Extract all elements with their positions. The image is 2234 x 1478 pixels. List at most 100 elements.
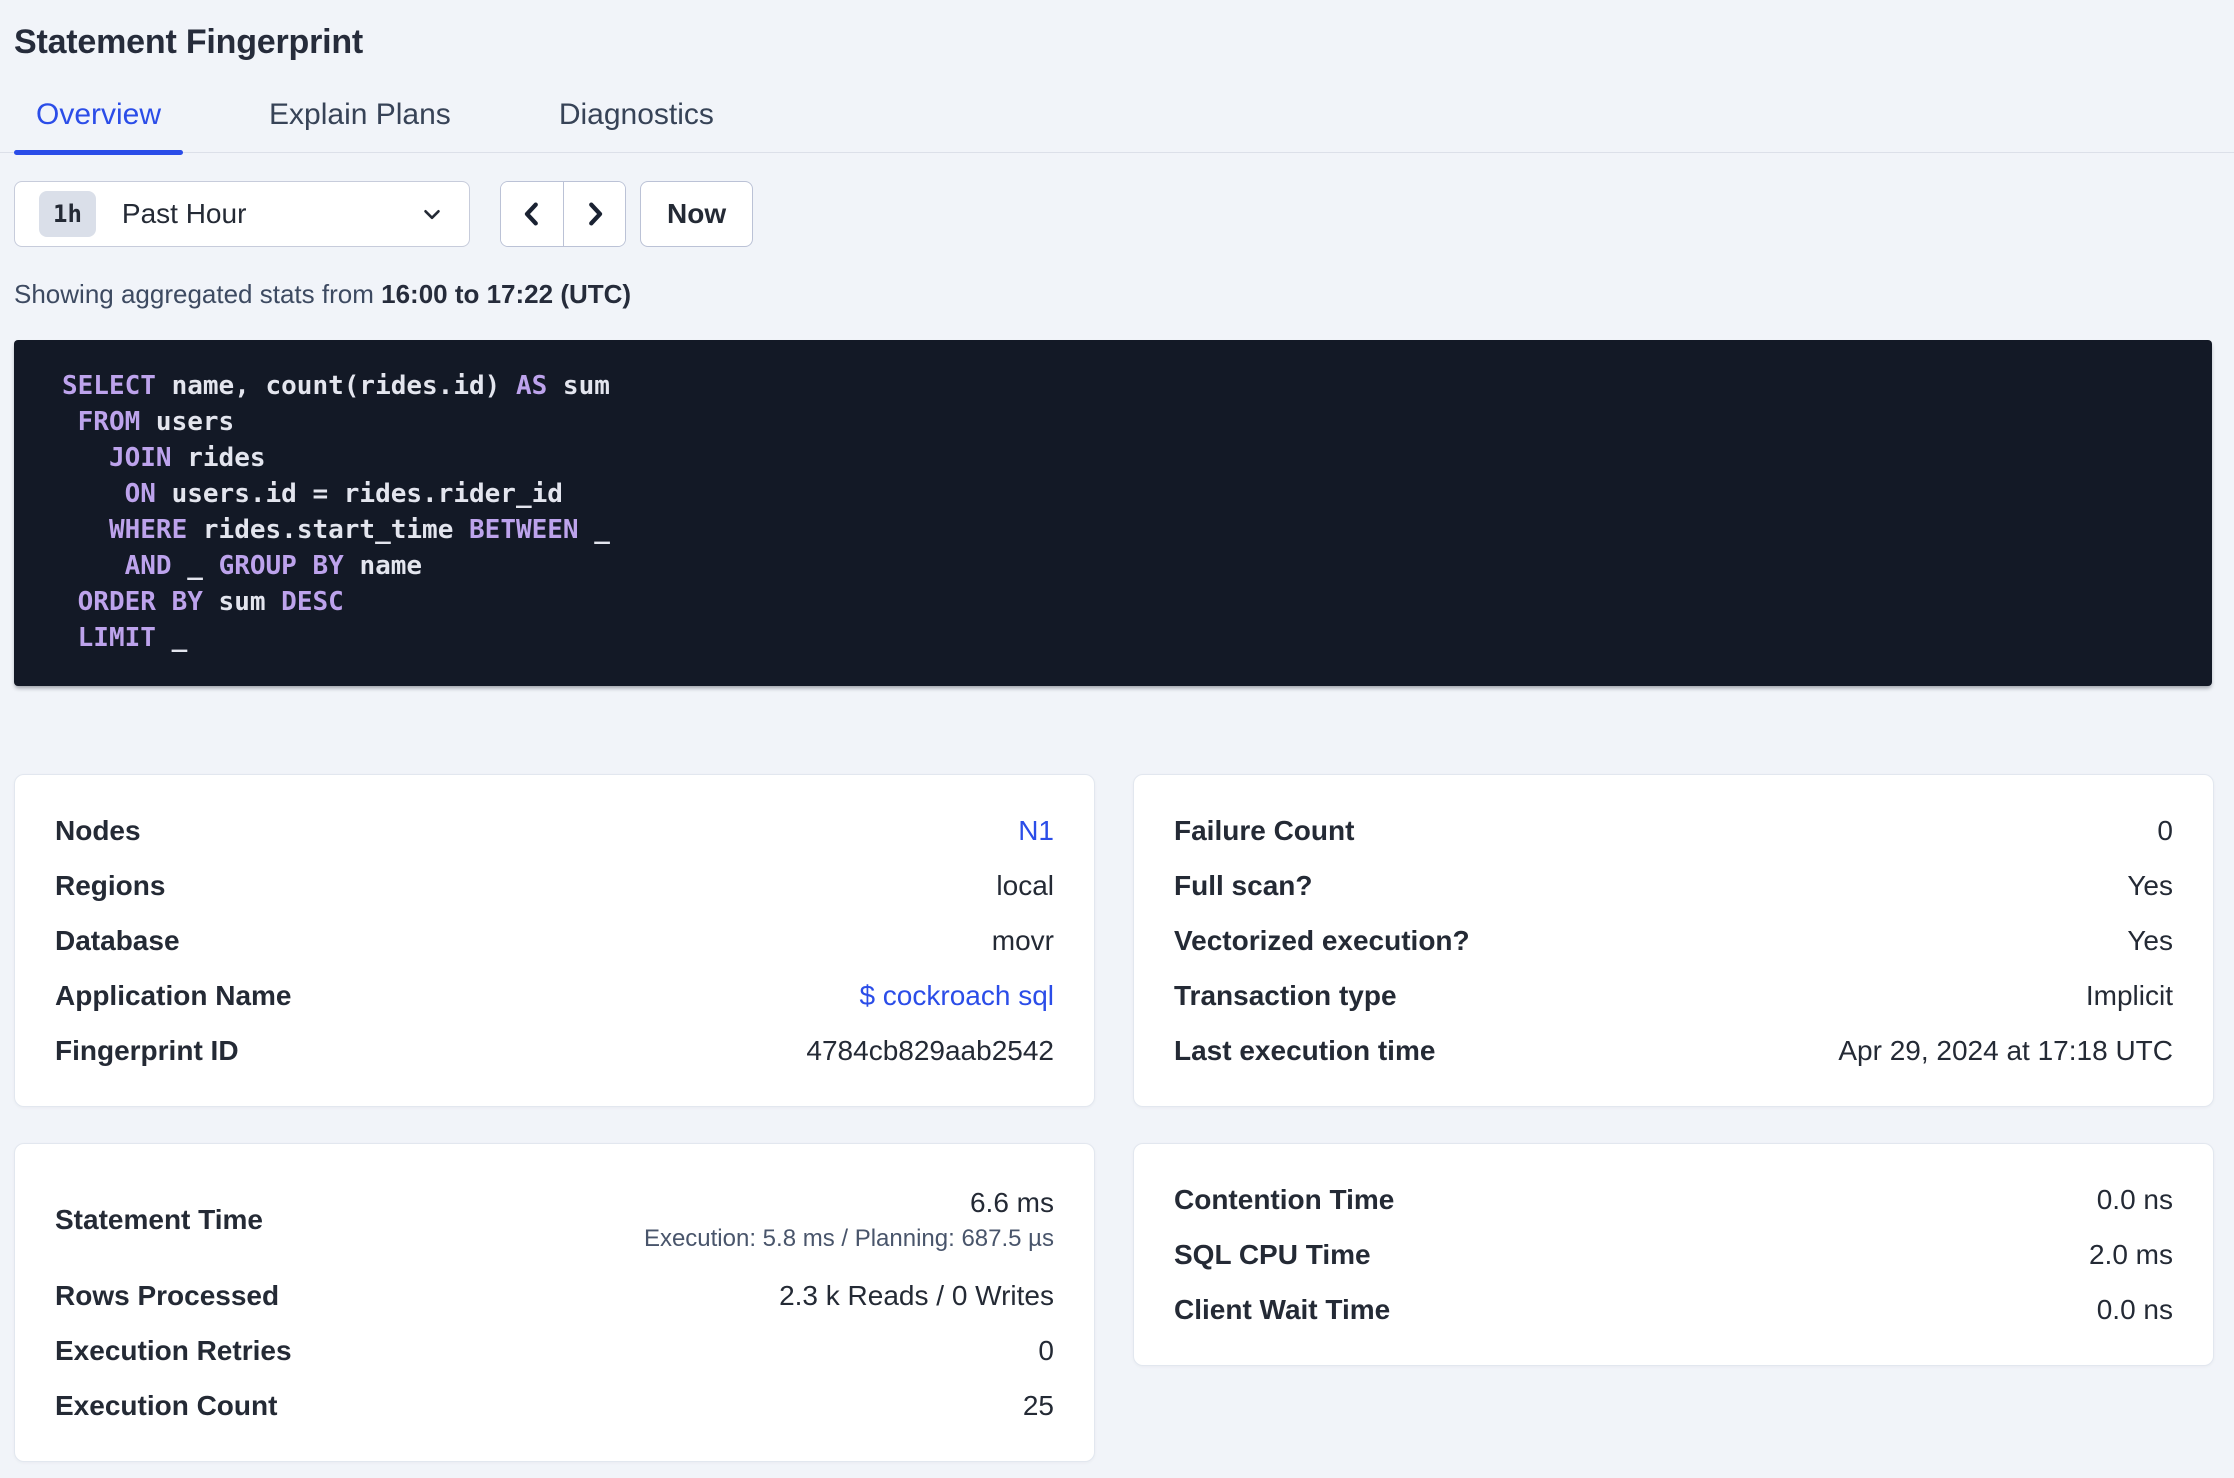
time-controls: 1h Past Hour Now	[0, 181, 2234, 247]
card-row: Application Name $ cockroach sql	[55, 968, 1054, 1023]
now-button[interactable]: Now	[640, 181, 754, 247]
stats-line-range: 16:00 to 17:22 (UTC)	[381, 279, 632, 309]
row-value-wrap: local	[996, 870, 1054, 902]
next-range-button[interactable]	[563, 182, 625, 246]
row-value-wrap: $ cockroach sql	[859, 980, 1054, 1012]
card-row: Nodes N1	[55, 803, 1054, 858]
card-row: Statement Time 6.6 ms Execution: 5.8 ms / …	[55, 1172, 1054, 1268]
row-value: 0.0 ns	[2096, 1293, 2173, 1325]
row-value: 2.0 ms	[2088, 1238, 2173, 1270]
row-label: Full scan?	[1174, 869, 1313, 901]
row-value-wrap: 6.6 ms Execution: 5.8 ms / Planning: 687.…	[644, 1187, 1054, 1253]
row-value: 2.3 k Reads / 0 Writes	[779, 1279, 1054, 1311]
row-value-link[interactable]: $ cockroach sql	[859, 980, 1054, 1012]
row-label: Statement Time	[55, 1204, 263, 1235]
card-row: Vectorized execution? Yes	[1174, 913, 2173, 968]
card-row: Database movr	[55, 913, 1054, 968]
row-value: Implicit	[2085, 979, 2173, 1011]
time-range-badge: 1h	[39, 191, 96, 237]
sql-line: SELECT name, count(rides.id) AS sum	[62, 371, 610, 401]
row-value-link[interactable]: N1	[1018, 815, 1054, 847]
row-value: 4784cb829aab2542	[806, 1034, 1054, 1066]
card-row: Transaction type Implicit	[1174, 968, 2173, 1023]
row-value-wrap: Apr 29, 2024 at 17:18 UTC	[1838, 1035, 2173, 1067]
row-value-wrap: Implicit	[2086, 980, 2173, 1012]
summary-cards: Nodes N1 Regions local Database movr Applicati…	[14, 774, 2214, 1462]
row-label: Nodes	[55, 814, 141, 846]
card-row: Execution Count 25	[55, 1378, 1054, 1433]
row-value-wrap: 4784cb829aab2542	[806, 1035, 1054, 1067]
time-range-arrows	[500, 181, 626, 247]
tab-overview[interactable]: Overview	[14, 100, 184, 155]
row-value-wrap: 0	[1038, 1335, 1054, 1367]
row-value: 0	[1038, 1334, 1054, 1366]
row-value: 0	[2157, 814, 2173, 846]
row-label: Transaction type	[1174, 979, 1397, 1011]
row-label: Application Name	[55, 979, 292, 1011]
row-value-wrap: Yes	[2127, 925, 2173, 957]
row-label: Vectorized execution?	[1174, 924, 1470, 956]
card-row: Fingerprint ID 4784cb829aab2542	[55, 1023, 1054, 1078]
chevron-right-icon	[588, 202, 602, 226]
row-label: SQL CPU Time	[1174, 1238, 1371, 1270]
row-label: Client Wait Time	[1174, 1293, 1391, 1325]
page-title: Statement Fingerprint	[14, 23, 364, 61]
time-range-dropdown[interactable]: 1h Past Hour	[14, 181, 470, 247]
row-value-wrap: movr	[992, 925, 1054, 957]
sql-statement-box: SELECT name, count(rides.id) AS sum FROM…	[14, 340, 2212, 686]
time-range-label: Past Hour	[121, 198, 247, 229]
wait-time-card: Contention Time 0.0 ns SQL CPU Time 2.0 ms C…	[1133, 1143, 2214, 1366]
row-value-wrap: Yes	[2127, 870, 2173, 902]
previous-range-button[interactable]	[501, 182, 563, 246]
statement-details-card: Nodes N1 Regions local Database movr Applicati…	[14, 774, 1095, 1107]
chevron-down-icon	[424, 209, 440, 220]
card-row: Execution Retries 0	[55, 1323, 1054, 1378]
row-value: Apr 29, 2024 at 17:18 UTC	[1838, 1034, 2173, 1066]
card-row: Contention Time 0.0 ns	[1174, 1172, 2173, 1227]
row-label: Database	[55, 924, 180, 956]
tab-explain-plans[interactable]: Explain Plans	[247, 100, 473, 152]
row-value: Yes	[2127, 869, 2173, 901]
row-value: Yes	[2127, 924, 2173, 956]
row-value-wrap: N1	[1018, 815, 1054, 847]
card-row: Full scan? Yes	[1174, 858, 2173, 913]
row-value: 6.6 ms	[969, 1187, 1054, 1218]
card-row: Failure Count 0	[1174, 803, 2173, 858]
row-value: 0.0 ns	[2096, 1183, 2173, 1215]
sql-code: SELECT name, count(rides.id) AS sum FROM…	[62, 368, 2182, 656]
sql-line: ORDER BY sum DESC	[77, 587, 344, 617]
card-row: Rows Processed 2.3 k Reads / 0 Writes	[55, 1268, 1054, 1323]
card-row: Client Wait Time 0.0 ns	[1174, 1282, 2173, 1337]
row-label: Regions	[55, 869, 166, 901]
card-row: Regions local	[55, 858, 1054, 913]
row-label: Rows Processed	[55, 1279, 280, 1311]
row-label: Failure Count	[1174, 814, 1355, 846]
row-value-wrap: 0.0 ns	[2097, 1184, 2173, 1216]
row-value-wrap: 0	[2157, 815, 2173, 847]
chevron-left-icon	[524, 202, 538, 226]
row-label: Execution Retries	[55, 1334, 292, 1366]
row-value-wrap: 2.0 ms	[2089, 1239, 2173, 1271]
aggregated-stats-line: Showing aggregated stats from 16:00 to 1…	[0, 279, 2234, 310]
row-value-subtext: Execution: 5.8 ms / Planning: 687.5 µs	[643, 1225, 1054, 1252]
sql-line: WHERE rides.start_time BETWEEN _	[108, 515, 610, 545]
statement-time-card: Statement Time 6.6 ms Execution: 5.8 ms / …	[14, 1143, 1095, 1462]
sql-line: FROM users	[77, 407, 235, 437]
sql-line: AND _ GROUP BY name	[124, 551, 423, 581]
stats-line-prefix: Showing aggregated stats from	[14, 279, 382, 309]
row-label: Contention Time	[1174, 1183, 1395, 1215]
row-value: local	[996, 869, 1054, 901]
sql-line: JOIN rides	[108, 443, 266, 473]
row-label: Execution Count	[55, 1389, 278, 1421]
sql-line: LIMIT _	[77, 623, 188, 653]
row-label: Last execution time	[1174, 1034, 1436, 1066]
row-value-wrap: 0.0 ns	[2097, 1294, 2173, 1326]
tabbar: Overview Explain Plans Diagnostics	[0, 100, 2234, 155]
row-value: 25	[1022, 1389, 1054, 1421]
card-row: Last execution time Apr 29, 2024 at 17:18…	[1174, 1023, 2173, 1078]
row-value-wrap: 25	[1023, 1390, 1054, 1422]
tab-diagnostics[interactable]: Diagnostics	[537, 100, 736, 152]
row-label: Fingerprint ID	[55, 1034, 239, 1066]
row-value-wrap: 2.3 k Reads / 0 Writes	[779, 1280, 1054, 1312]
execution-attributes-card: Failure Count 0 Full scan? Yes Vectorized ex…	[1133, 774, 2214, 1107]
